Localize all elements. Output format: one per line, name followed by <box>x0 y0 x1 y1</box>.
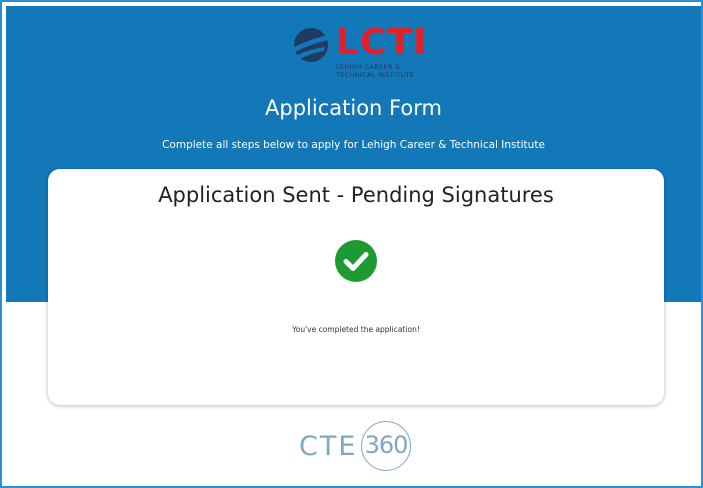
status-message: You've completed the application! <box>292 325 420 334</box>
cte-logo-number: 360 <box>364 431 409 459</box>
page-frame: LCTI LEHIGH CAREER & TECHNICAL INSTITUTE… <box>0 0 703 488</box>
status-heading: Application Sent - Pending Signatures <box>158 183 554 207</box>
lcti-emblem-icon <box>294 28 328 62</box>
cte360-logo: CTE 360 <box>299 421 411 477</box>
page-title: Application Form <box>265 96 442 120</box>
logo-wordmark: LCTI <box>336 22 428 63</box>
page-subtitle: Complete all steps below to apply for Le… <box>162 139 545 151</box>
check-circle-icon <box>335 240 377 282</box>
lcti-logo: LCTI LEHIGH CAREER & TECHNICAL INSTITUTE <box>291 24 426 86</box>
logo-subtitle: LEHIGH CAREER & TECHNICAL INSTITUTE <box>336 63 415 79</box>
cte-logo-text: CTE <box>299 431 358 462</box>
status-card: Application Sent - Pending Signatures Yo… <box>48 169 664 405</box>
